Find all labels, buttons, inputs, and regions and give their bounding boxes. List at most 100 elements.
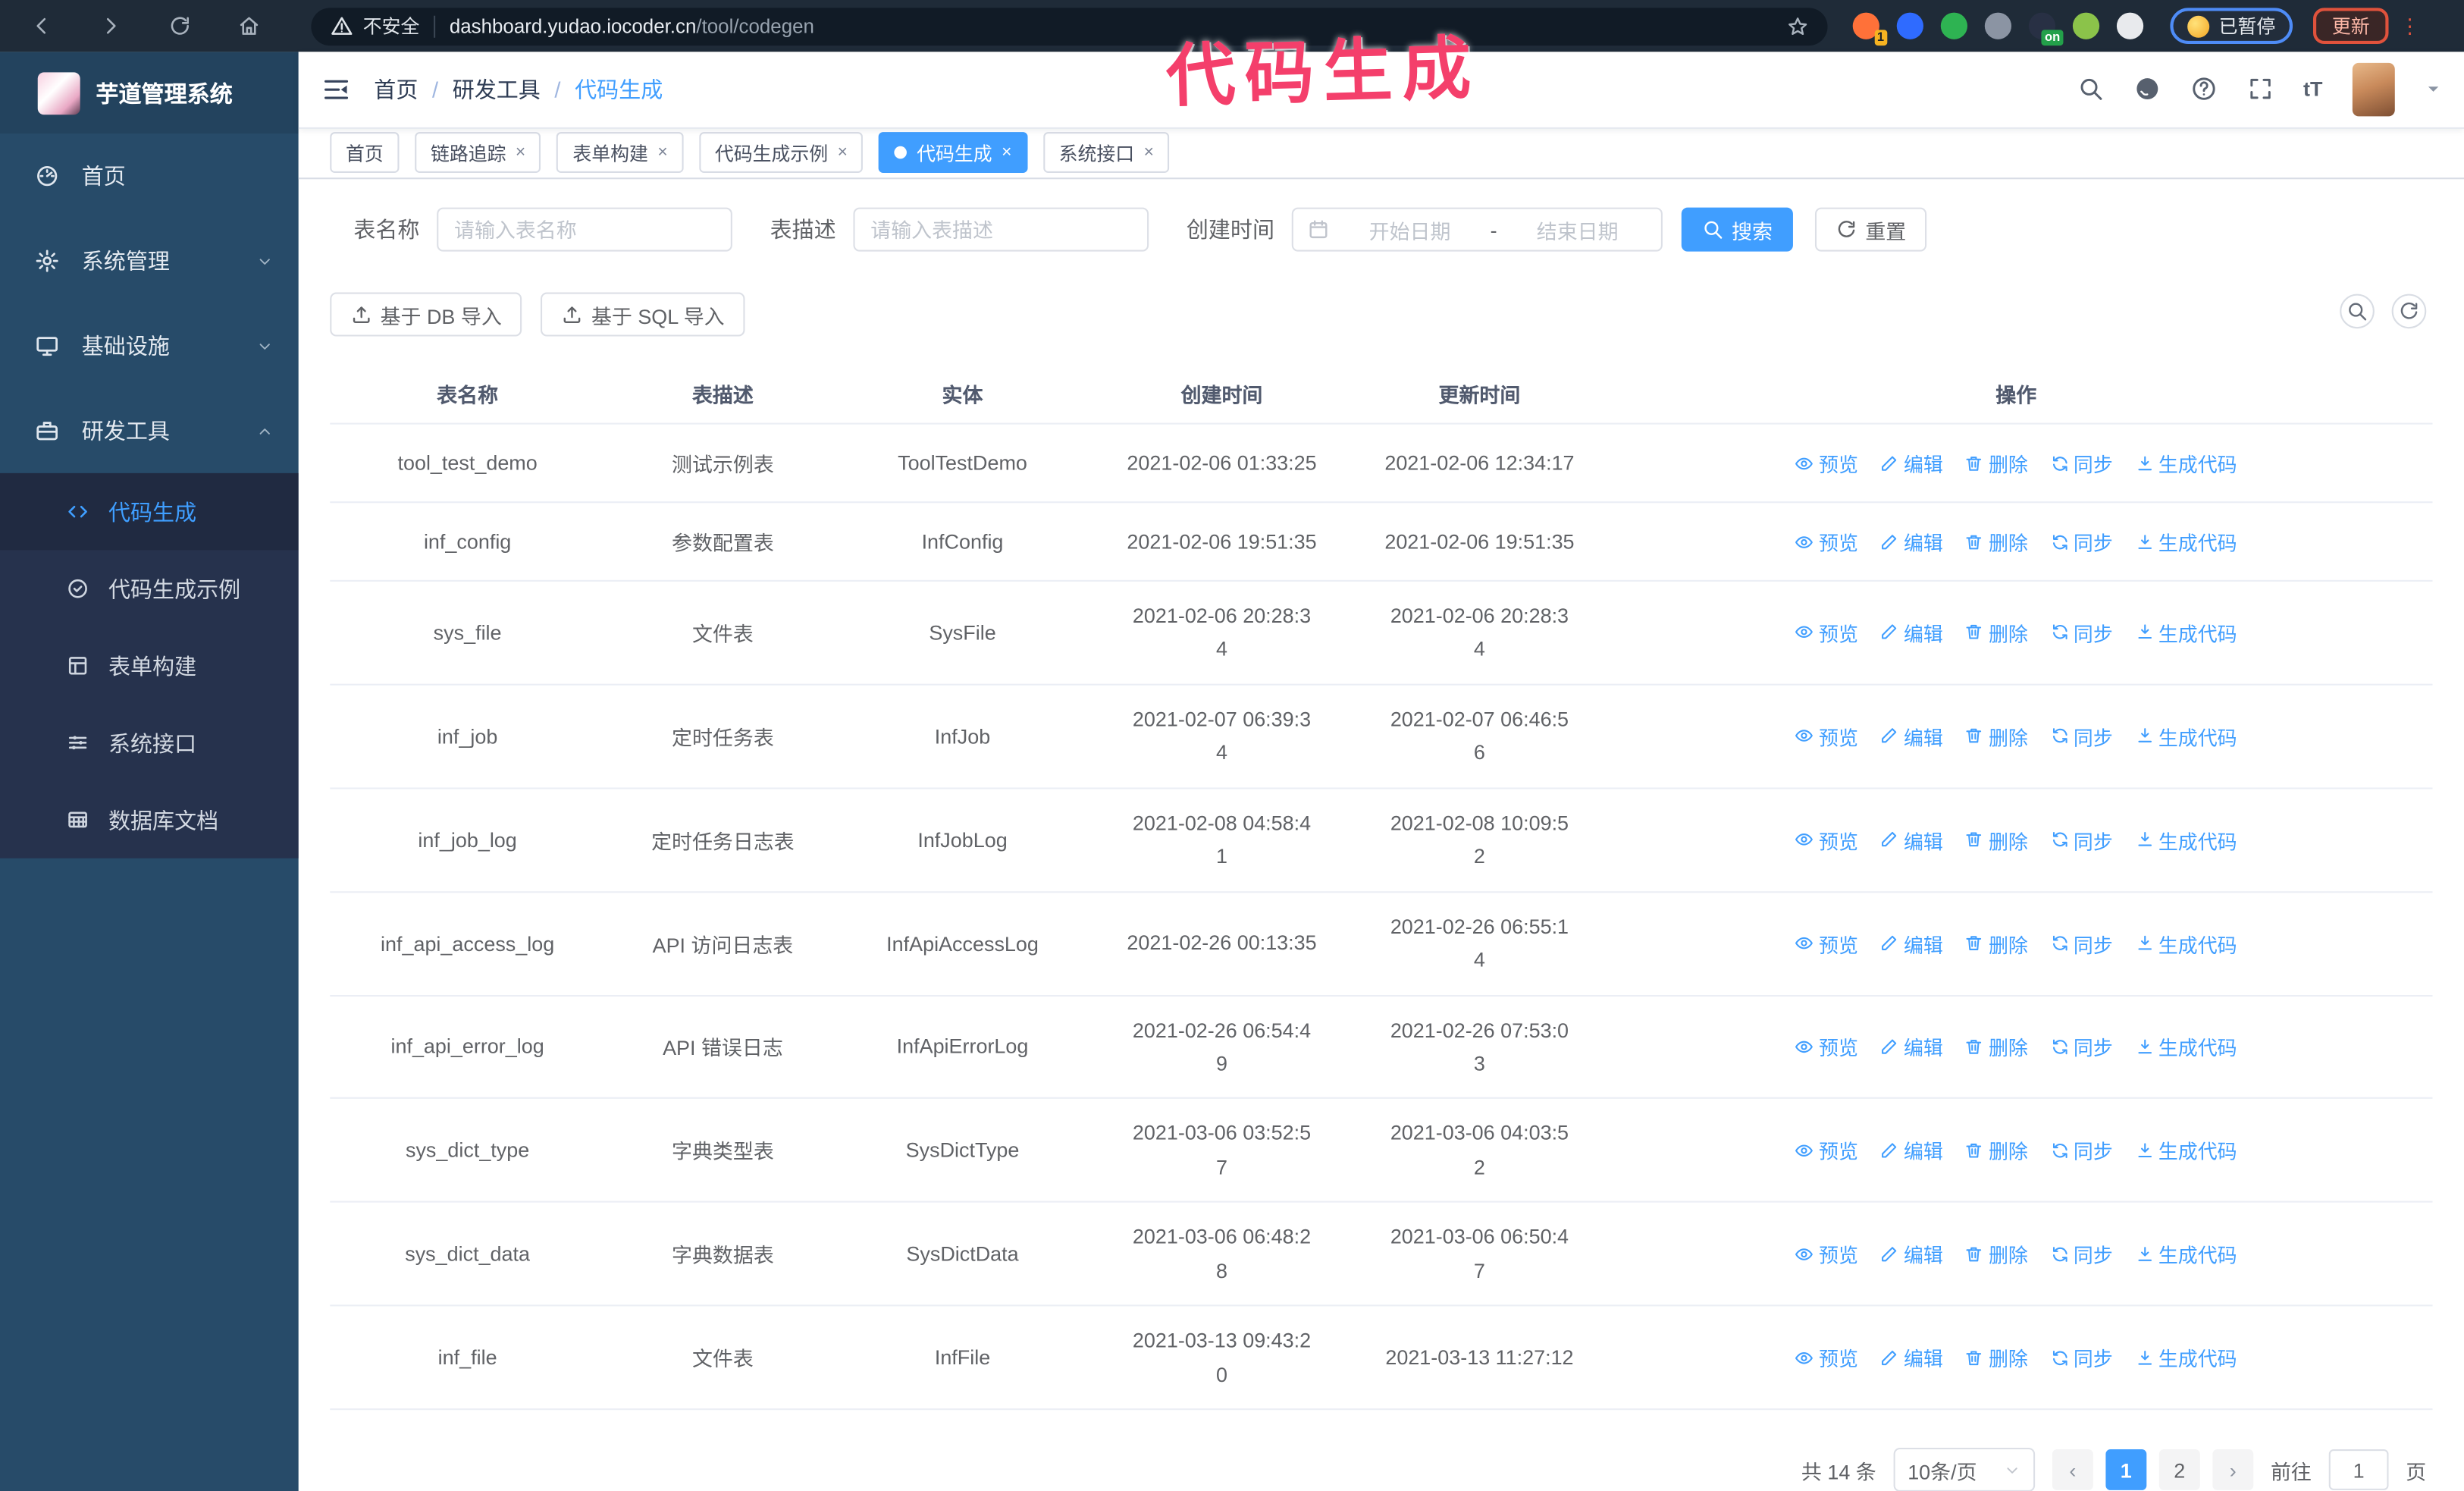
adblock-extension-icon[interactable]: 1 [1852, 12, 1888, 46]
close-icon[interactable]: × [516, 144, 525, 162]
page-button-2[interactable]: 2 [2158, 1449, 2200, 1490]
dark-on-extension-icon[interactable]: on [2028, 12, 2064, 46]
sidebar-logo[interactable]: 芋道管理系统 [0, 52, 299, 134]
sync-link[interactable]: 同步 [2050, 1239, 2113, 1269]
import-db-button[interactable]: 基于 DB 导入 [330, 292, 522, 337]
edit-link[interactable]: 编辑 [1880, 928, 1943, 958]
sync-link[interactable]: 同步 [2050, 721, 2113, 751]
edit-link[interactable]: 编辑 [1880, 617, 1943, 647]
toggle-search-button[interactable] [2340, 293, 2375, 329]
delete-link[interactable]: 删除 [1965, 721, 2028, 751]
font-size-icon[interactable]: tT [2303, 78, 2322, 102]
delete-link[interactable]: 删除 [1965, 526, 2028, 556]
tab-4[interactable]: 代码生成 × [879, 133, 1028, 174]
grid-extension-icon[interactable] [1984, 12, 2012, 39]
submenu-item-0[interactable]: 代码生成 [0, 472, 299, 551]
sync-link[interactable]: 同步 [2050, 1342, 2113, 1372]
edit-link[interactable]: 编辑 [1880, 721, 1943, 751]
sidebar-item-0[interactable]: 首页 [0, 133, 299, 218]
bookmark-star-icon[interactable] [1787, 15, 1809, 37]
next-page-button[interactable]: › [2212, 1449, 2254, 1490]
submenu-item-4[interactable]: 数据库文档 [0, 781, 299, 859]
preview-link[interactable]: 预览 [1795, 928, 1858, 958]
preview-link[interactable]: 预览 [1795, 1135, 1858, 1165]
browser-back-icon[interactable] [25, 10, 56, 41]
sidebar-toggle-icon[interactable] [299, 75, 374, 103]
delete-link[interactable]: 删除 [1965, 1032, 2028, 1062]
address-bar[interactable]: 不安全 dashboard.yudao.iocoder.cn/tool/code… [311, 7, 1828, 46]
generate-code-link[interactable]: 生成代码 [2135, 825, 2237, 855]
close-icon[interactable]: × [657, 144, 667, 162]
delete-link[interactable]: 删除 [1965, 1342, 2028, 1372]
delete-link[interactable]: 删除 [1965, 825, 2028, 855]
browser-menu-icon[interactable]: ⋮ [2400, 14, 2420, 39]
sync-link[interactable]: 同步 [2050, 928, 2113, 958]
help-icon[interactable] [2190, 76, 2217, 102]
generate-code-link[interactable]: 生成代码 [2135, 721, 2237, 751]
edit-link[interactable]: 编辑 [1880, 1342, 1943, 1372]
sidebar-item-2[interactable]: 基础设施 [0, 303, 299, 388]
sidebar-item-1[interactable]: 系统管理 [0, 218, 299, 303]
submenu-item-2[interactable]: 表单构建 [0, 627, 299, 705]
breadcrumb-dev-tools[interactable]: 研发工具 [453, 74, 541, 105]
sync-link[interactable]: 同步 [2050, 526, 2113, 556]
submenu-item-1[interactable]: 代码生成示例 [0, 550, 299, 627]
sync-link[interactable]: 同步 [2050, 1032, 2113, 1062]
generate-code-link[interactable]: 生成代码 [2135, 526, 2237, 556]
import-sql-button[interactable]: 基于 SQL 导入 [541, 292, 745, 337]
delete-link[interactable]: 删除 [1965, 1239, 2028, 1269]
page-size-select[interactable]: 10条/页 [1893, 1447, 2036, 1491]
edit-link[interactable]: 编辑 [1880, 825, 1943, 855]
sidebar-item-3[interactable]: 研发工具 [0, 388, 299, 473]
reset-button[interactable]: 重置 [1815, 207, 1927, 252]
fullscreen-icon[interactable] [2246, 76, 2273, 102]
github-icon[interactable] [2133, 76, 2160, 102]
delete-link[interactable]: 删除 [1965, 617, 2028, 647]
preview-link[interactable]: 预览 [1795, 1032, 1858, 1062]
edit-link[interactable]: 编辑 [1880, 1239, 1943, 1269]
edit-link[interactable]: 编辑 [1880, 448, 1943, 478]
edit-link[interactable]: 编辑 [1880, 1135, 1943, 1165]
preview-link[interactable]: 预览 [1795, 617, 1858, 647]
delete-link[interactable]: 删除 [1965, 1135, 2028, 1165]
gem-extension-icon[interactable] [1896, 12, 1923, 39]
edit-link[interactable]: 编辑 [1880, 526, 1943, 556]
preview-link[interactable]: 预览 [1795, 825, 1858, 855]
browser-update-button[interactable]: 更新 [2313, 8, 2389, 45]
browser-reload-icon[interactable] [164, 10, 195, 41]
sync-link[interactable]: 同步 [2050, 825, 2113, 855]
preview-link[interactable]: 预览 [1795, 1239, 1858, 1269]
search-button[interactable]: 搜索 [1681, 207, 1793, 252]
generate-code-link[interactable]: 生成代码 [2135, 1239, 2237, 1269]
delete-link[interactable]: 删除 [1965, 928, 2028, 958]
generate-code-link[interactable]: 生成代码 [2135, 1135, 2237, 1165]
edit-link[interactable]: 编辑 [1880, 1032, 1943, 1062]
tab-5[interactable]: 系统接口 × [1042, 133, 1170, 174]
user-avatar[interactable] [2352, 62, 2395, 117]
paused-extension-badge[interactable]: 已暂停 [2170, 8, 2293, 45]
preview-link[interactable]: 预览 [1795, 1342, 1858, 1372]
tab-2[interactable]: 表单构建 × [556, 133, 684, 174]
generate-code-link[interactable]: 生成代码 [2135, 928, 2237, 958]
sync-link[interactable]: 同步 [2050, 1135, 2113, 1165]
header-search-icon[interactable] [2077, 76, 2104, 102]
table-desc-input[interactable] [853, 207, 1149, 252]
browser-forward-icon[interactable] [94, 10, 125, 41]
generate-code-link[interactable]: 生成代码 [2135, 1032, 2237, 1062]
preview-link[interactable]: 预览 [1795, 721, 1858, 751]
delete-link[interactable]: 删除 [1965, 448, 2028, 478]
breadcrumb-home[interactable]: 首页 [374, 74, 418, 105]
sync-link[interactable]: 同步 [2050, 448, 2113, 478]
close-icon[interactable]: × [1002, 144, 1011, 162]
avatar-caret-icon[interactable] [2425, 81, 2442, 99]
generate-code-link[interactable]: 生成代码 [2135, 448, 2237, 478]
table-name-input[interactable] [437, 207, 732, 252]
puzzle-extension-icon[interactable] [2116, 12, 2144, 39]
android-extension-icon[interactable] [2072, 12, 2100, 39]
generate-code-link[interactable]: 生成代码 [2135, 1342, 2237, 1372]
tab-1[interactable]: 链路追踪 × [415, 133, 541, 174]
goto-page-input[interactable] [2328, 1449, 2389, 1490]
date-range-picker[interactable]: 开始日期 - 结束日期 [1291, 207, 1663, 252]
prev-page-button[interactable]: ‹ [2052, 1449, 2093, 1490]
generate-code-link[interactable]: 生成代码 [2135, 617, 2237, 647]
